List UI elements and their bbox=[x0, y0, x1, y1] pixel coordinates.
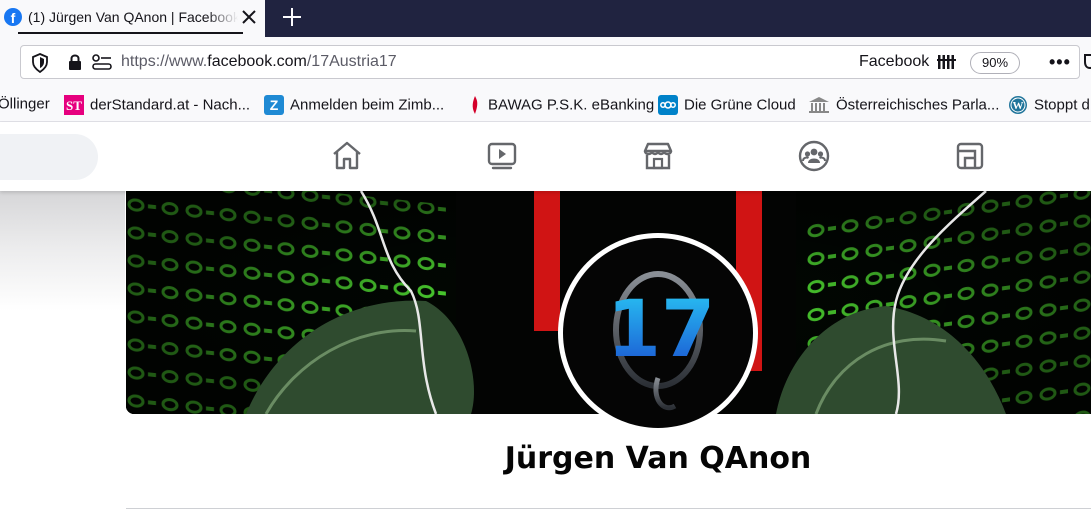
marketplace-icon[interactable] bbox=[641, 139, 675, 173]
bookmark-parlament[interactable]: Österreichisches Parla... bbox=[808, 95, 999, 115]
svg-text:W: W bbox=[1013, 100, 1024, 112]
zimbra-icon: Z bbox=[264, 95, 284, 115]
gaming-icon[interactable] bbox=[953, 139, 987, 173]
parliament-icon bbox=[809, 97, 829, 113]
profile-name: Jürgen Van QAnon bbox=[504, 441, 812, 476]
tab-title: (1) Jürgen Van QAnon | Facebook bbox=[28, 9, 238, 25]
bookmark-bawag[interactable]: BAWAG P.S.K. eBanking bbox=[468, 95, 654, 115]
reader-view-icon[interactable] bbox=[937, 53, 957, 71]
tab-active-indicator bbox=[18, 32, 243, 34]
profile-content: 17 Jürgen Van QAnon bbox=[0, 191, 1091, 510]
derstandard-icon: ST bbox=[64, 95, 84, 115]
nextcloud-icon bbox=[658, 95, 678, 115]
bookmark-zimbra[interactable]: Z Anmelden beim Zimb... bbox=[264, 95, 444, 115]
left-background-shade bbox=[0, 191, 125, 311]
new-tab-icon[interactable] bbox=[280, 5, 304, 29]
site-label: Facebook bbox=[859, 53, 930, 70]
url-bar[interactable]: https://www.facebook.com/17Austria17 Fac… bbox=[20, 45, 1091, 79]
facebook-top-bar bbox=[0, 122, 1091, 191]
bookmark-ollinger[interactable]: Öllinger bbox=[0, 95, 50, 115]
more-actions-button[interactable]: ••• bbox=[1049, 52, 1071, 73]
bookmark-derstandard[interactable]: ST derStandard.at - Nach... bbox=[64, 95, 250, 115]
avatar-text: 17 bbox=[607, 285, 716, 375]
search-input[interactable] bbox=[0, 134, 98, 180]
svg-text:ST: ST bbox=[66, 98, 82, 113]
pocket-icon[interactable] bbox=[1083, 52, 1091, 72]
tab-active[interactable]: f (1) Jürgen Van QAnon | Facebook bbox=[0, 0, 265, 37]
lock-icon[interactable] bbox=[67, 53, 83, 71]
close-icon[interactable] bbox=[238, 6, 260, 28]
home-icon[interactable] bbox=[330, 139, 364, 173]
shield-icon[interactable] bbox=[31, 53, 49, 73]
navigation-bar: https://www.facebook.com/17Austria17 Fac… bbox=[0, 37, 1091, 89]
permissions-icon[interactable] bbox=[91, 54, 113, 70]
tab-strip: f (1) Jürgen Van QAnon | Facebook bbox=[0, 0, 1091, 37]
facebook-icon: f bbox=[4, 8, 22, 26]
zoom-level-button[interactable]: 90% bbox=[970, 52, 1020, 74]
bookmarks-toolbar: Öllinger ST derStandard.at - Nach... Z A… bbox=[0, 89, 1091, 122]
divider bbox=[126, 508, 1091, 509]
avatar-q17-logo: 17 bbox=[607, 271, 716, 411]
profile-avatar[interactable]: 17 bbox=[558, 233, 758, 433]
watch-icon[interactable] bbox=[485, 139, 519, 173]
svg-text:Z: Z bbox=[270, 97, 279, 113]
groups-icon[interactable] bbox=[797, 139, 831, 173]
bawag-icon bbox=[472, 96, 478, 114]
bookmark-stoppt[interactable]: W Stoppt d bbox=[1008, 95, 1090, 115]
bookmark-gruene-cloud[interactable]: Die Grüne Cloud bbox=[658, 95, 796, 115]
wordpress-icon: W bbox=[1009, 96, 1027, 114]
url-text[interactable]: https://www.facebook.com/17Austria17 bbox=[121, 53, 397, 71]
